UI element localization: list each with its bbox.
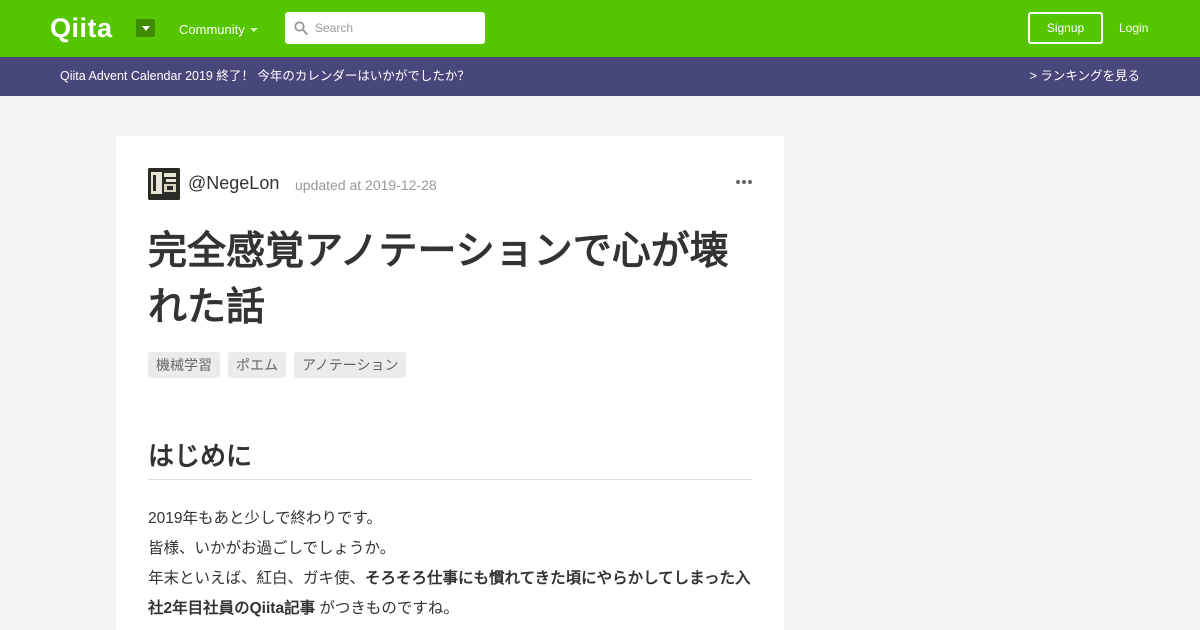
paragraph-line-3-suffix: がつきものですね。 [315,600,459,617]
more-options-icon[interactable] [736,180,752,186]
avatar-image [148,168,180,200]
banner-text[interactable]: Qiita Advent Calendar 2019 終了！ 今年のカレンダーは… [60,68,470,84]
ranking-link[interactable]: > ランキングを見る [1030,68,1140,84]
signup-button[interactable]: Signup [1028,12,1103,44]
paragraph-line-3-prefix: 年末といえば、紅白、ガキ使、 [148,570,366,587]
author-avatar[interactable] [148,168,180,200]
tag-machine-learning[interactable]: 機械学習 [148,352,220,378]
article-title: 完全感覚アノテーションで心が壊れた話 [148,230,729,329]
search-icon [294,21,308,35]
article-paragraph: 2019年もあと少しで終わりです。 皆様、いかがお過ごしでしょうか。 年末といえ… [148,504,752,624]
tag-poem[interactable]: ポエム [228,352,286,378]
login-link[interactable]: Login [1119,20,1148,36]
updated-date: updated at 2019-12-28 [295,177,437,193]
paragraph-line-1: 2019年もあと少しで終わりです。 [148,510,382,527]
community-caret-icon[interactable] [250,28,258,32]
article-card: @NegeLon updated at 2019-12-28 完全感覚アノテーシ… [116,136,784,630]
search-input[interactable] [315,12,480,44]
qiita-logo[interactable]: Qiita [50,13,113,43]
section-heading: はじめに [148,436,752,480]
tag-list: 機械学習 ポエム アノテーション [148,352,407,378]
search-box[interactable] [285,12,485,44]
paragraph-line-2: 皆様、いかがお過ごしでしょうか。 [148,540,396,557]
announcement-banner: Qiita Advent Calendar 2019 終了！ 今年のカレンダーは… [0,57,1200,96]
global-header: Qiita Community Signup Login [0,0,1200,57]
tag-annotation[interactable]: アノテーション [294,352,407,378]
logo-dropdown-icon[interactable] [136,19,155,37]
author-username[interactable]: @NegeLon [188,173,279,193]
community-menu[interactable]: Community [179,22,245,38]
